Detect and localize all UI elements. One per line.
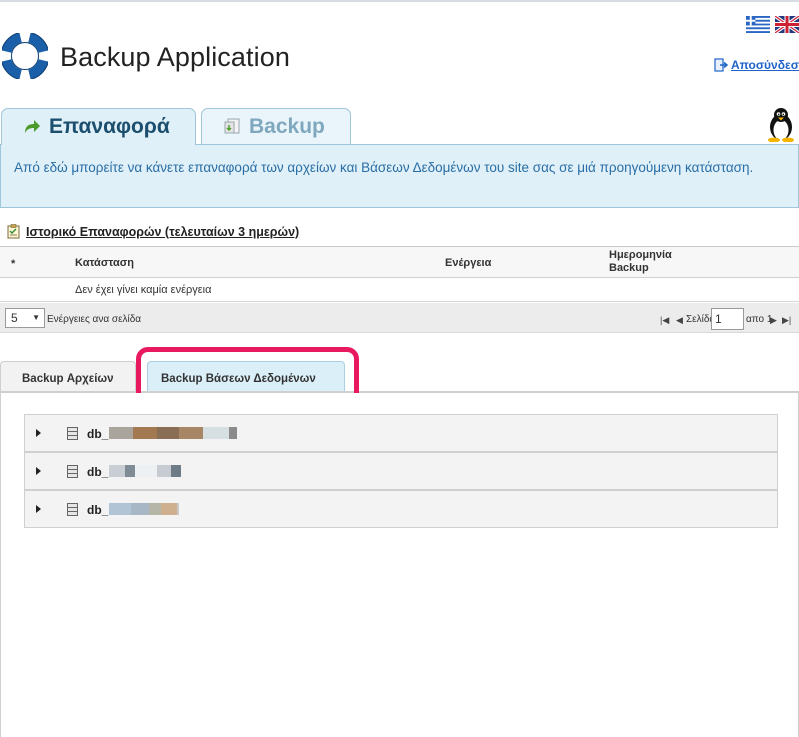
column-star[interactable]: * [11,258,15,270]
database-row[interactable]: db_ [24,414,778,452]
database-row[interactable]: db_ [24,452,778,490]
restore-arrow-icon [25,120,40,133]
page-number-input[interactable]: 1 [711,308,744,330]
empty-message: Δεν έχει γίνει καμία ενέργεια [75,284,212,296]
per-page-select[interactable]: 5 ▼ [5,308,45,328]
logout-icon [714,58,728,72]
logout-link[interactable]: Αποσύνδεση [714,58,799,72]
database-icon [67,427,78,440]
backup-icon [224,118,240,134]
pager-bar: 5 ▼ Ενέργειες ανα σελίδα |◀ ◀ Σελίδα 1 α… [0,303,799,333]
tab-restore[interactable]: Επαναφορά [1,108,196,145]
next-page-icon[interactable]: ▶ [770,315,777,326]
database-icon [67,503,78,516]
database-icon [67,465,78,478]
tab-backup[interactable]: Backup [201,108,351,144]
database-name: db_ [87,427,109,441]
history-title: Ιστορικό Επαναφορών (τελευταίων 3 ημερών… [7,224,299,239]
databases-panel: db_ db_ db_ [0,393,799,737]
language-switcher [746,16,799,33]
prev-page-icon[interactable]: ◀ [676,315,683,326]
lifebuoy-logo-icon [2,33,48,79]
last-page-icon[interactable]: ▶| [782,315,791,326]
history-title-text: Ιστορικό Επαναφορών (τελευταίων 3 ημερών… [26,224,300,239]
redacted-name [109,503,179,515]
greek-flag-icon[interactable] [746,16,770,33]
database-name: db_ [87,465,109,479]
per-page-label: Ενέργειες ανα σελίδα [47,314,142,325]
expand-arrow-icon[interactable] [36,467,41,475]
per-page-value: 5 [11,311,18,325]
redacted-name [109,427,237,439]
expand-arrow-icon[interactable] [36,505,41,513]
tab-restore-label: Επαναφορά [49,115,170,138]
tab-backup-label: Backup [249,114,325,138]
tab-backup-files-label: Backup Αρχείων [22,373,114,385]
page-number-value: 1 [715,312,722,326]
uk-flag-icon[interactable] [775,16,799,33]
tab-backup-files[interactable]: Backup Αρχείων [0,361,136,392]
clipboard-icon [7,224,20,239]
column-action[interactable]: Ενέργεια [445,257,491,269]
linux-penguin-icon [768,108,794,142]
logout-label: Αποσύνδεση [731,58,799,72]
database-row[interactable]: db_ [24,490,778,528]
first-page-icon[interactable]: |◀ [660,315,669,326]
table-row: Δεν έχει γίνει καμία ενέργεια [0,278,799,302]
redacted-name [109,465,181,477]
history-table: * Κατάσταση Ενέργεια Ημερομηνία Backup Δ… [0,246,799,302]
expand-arrow-icon[interactable] [36,429,41,437]
top-border [0,0,799,2]
column-status[interactable]: Κατάσταση [75,257,134,269]
column-backup-date[interactable]: Ημερομηνία Backup [609,249,672,275]
chevron-down-icon: ▼ [32,313,40,322]
app-title: Backup Application [60,42,290,72]
database-name: db_ [87,503,109,517]
page-count-label: απο 1 [746,314,773,325]
restore-info-text: Από εδώ μπορείτε να κάνετε επαναφορά των… [14,160,754,175]
history-table-header: * Κατάσταση Ενέργεια Ημερομηνία Backup [0,246,799,278]
restore-info-panel: Από εδώ μπορείτε να κάνετε επαναφορά των… [0,144,799,208]
